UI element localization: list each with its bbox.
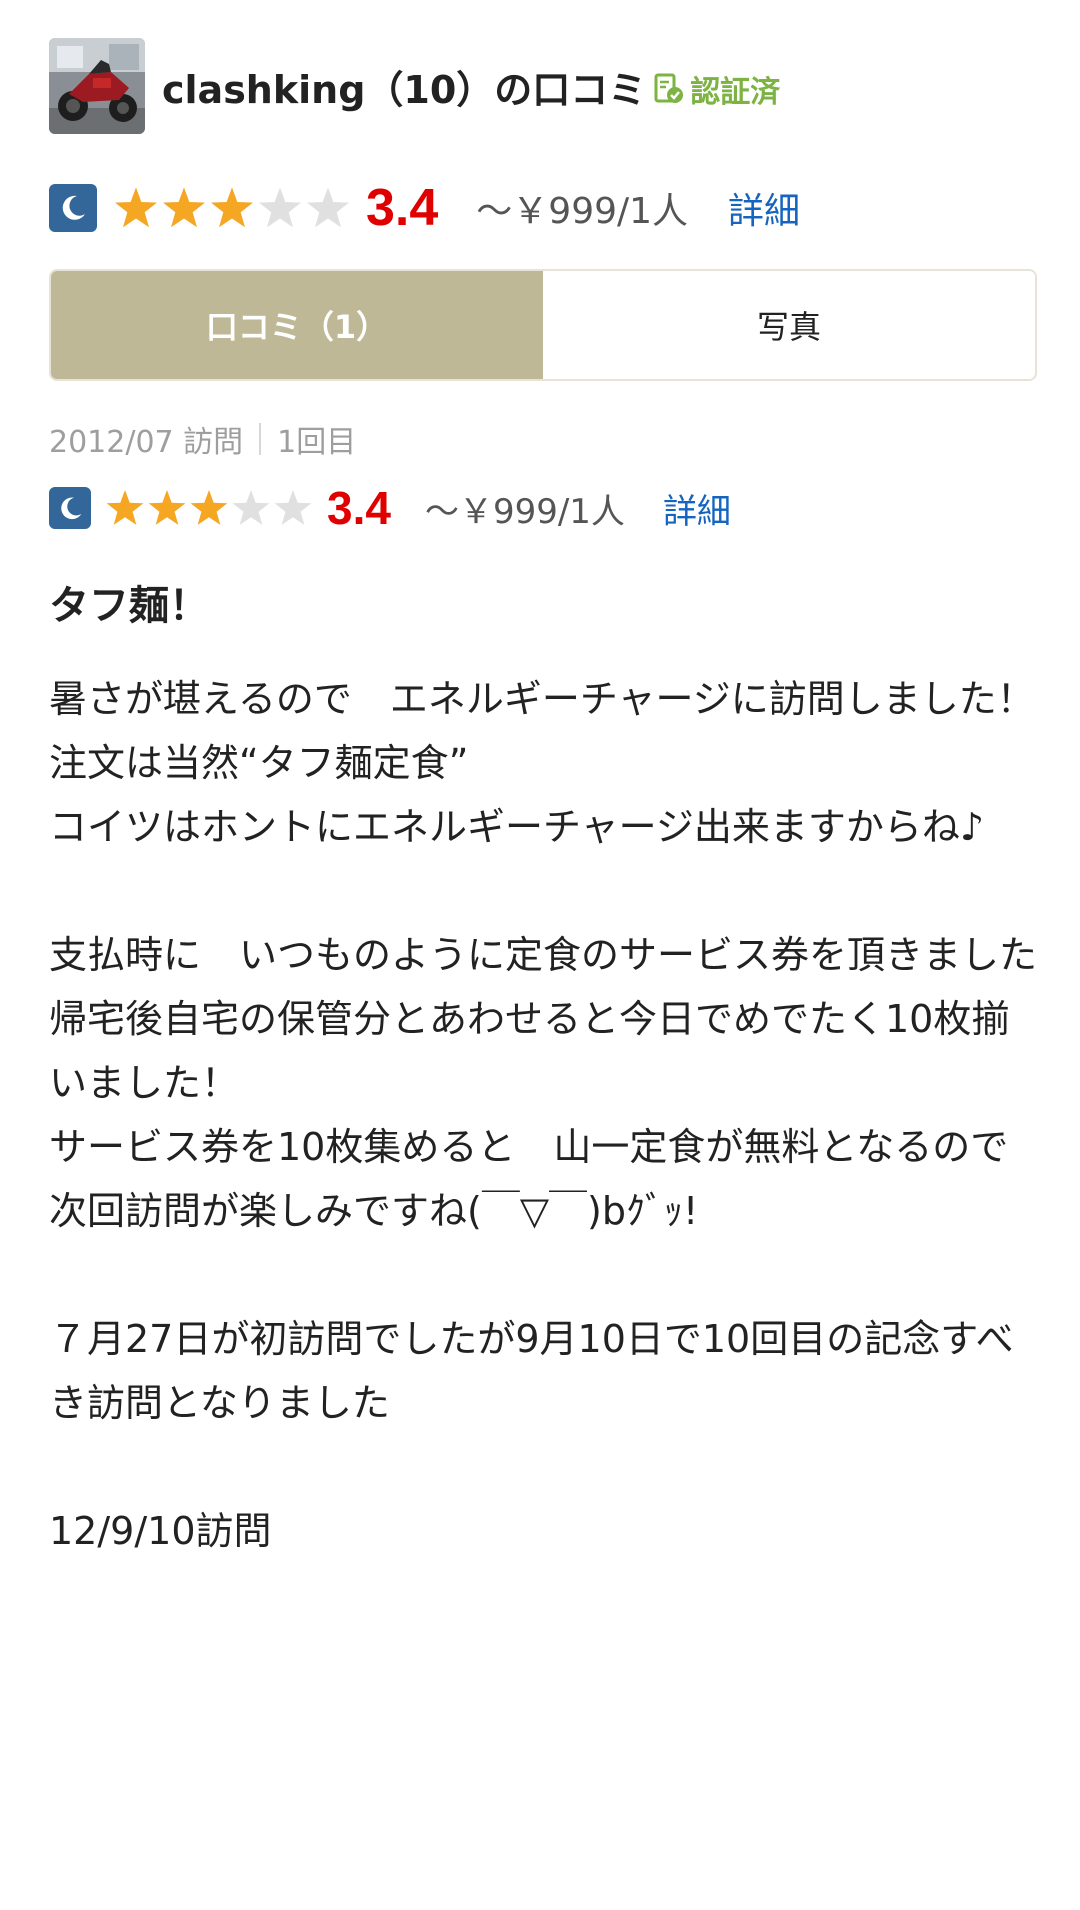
tab-photos[interactable]: 写真 (543, 271, 1035, 379)
visit-meta: 2012/07 訪問 1回目 (49, 419, 1041, 460)
star-empty-icon (232, 489, 270, 525)
summary-rating: 3.4 ～￥999/1人 詳細 (49, 179, 1041, 237)
review-rating: 3.4 ～￥999/1人 詳細 (49, 482, 1041, 534)
visit-count: 1回目 (277, 425, 357, 460)
star-rating (104, 487, 314, 529)
price-range: ～￥999/1人 (476, 191, 689, 232)
moon-icon (49, 487, 91, 529)
star-filled-icon (211, 187, 253, 228)
star-rating (112, 184, 352, 232)
review-tabs: 口コミ（1） 写真 (49, 269, 1037, 381)
star-filled-icon (163, 187, 205, 228)
tab-reviews[interactable]: 口コミ（1） (51, 271, 543, 379)
details-link[interactable]: 詳細 (663, 484, 731, 533)
star-filled-icon (106, 489, 144, 525)
verified-icon (654, 73, 684, 103)
rating-score: 3.4 (327, 482, 391, 534)
star-filled-icon (115, 187, 157, 228)
review-page: clashking（10）の口コミ 認証済 3.4 ～￥999/1人 詳細 口コ… (49, 38, 1041, 1563)
rating-score: 3.4 (366, 179, 439, 237)
visit-date: 2012/07 訪問 (49, 425, 244, 460)
verified-badge: 認証済 (654, 67, 780, 111)
price-range: ～￥999/1人 (424, 491, 625, 532)
visit-divider (259, 423, 262, 455)
details-link[interactable]: 詳細 (728, 182, 800, 234)
review-body: 暑さが堪えるので エネルギーチャージに訪問しました！ 注文は当然“タフ麺定食” … (49, 677, 1038, 1553)
reviewer-header: clashking（10）の口コミ 認証済 (49, 38, 1041, 134)
review-title: タフ麺！ (49, 583, 209, 629)
motorcycle-photo-icon (49, 38, 145, 134)
verified-label: 認証済 (690, 75, 781, 110)
reviewer-avatar[interactable] (49, 38, 145, 134)
star-filled-icon (148, 489, 186, 525)
star-empty-icon (259, 187, 301, 228)
star-empty-icon (307, 187, 349, 228)
star-filled-icon (190, 489, 228, 525)
moon-icon (49, 184, 97, 232)
reviewer-name[interactable]: clashking（10）の口コミ (162, 59, 646, 114)
star-empty-icon (274, 489, 312, 525)
